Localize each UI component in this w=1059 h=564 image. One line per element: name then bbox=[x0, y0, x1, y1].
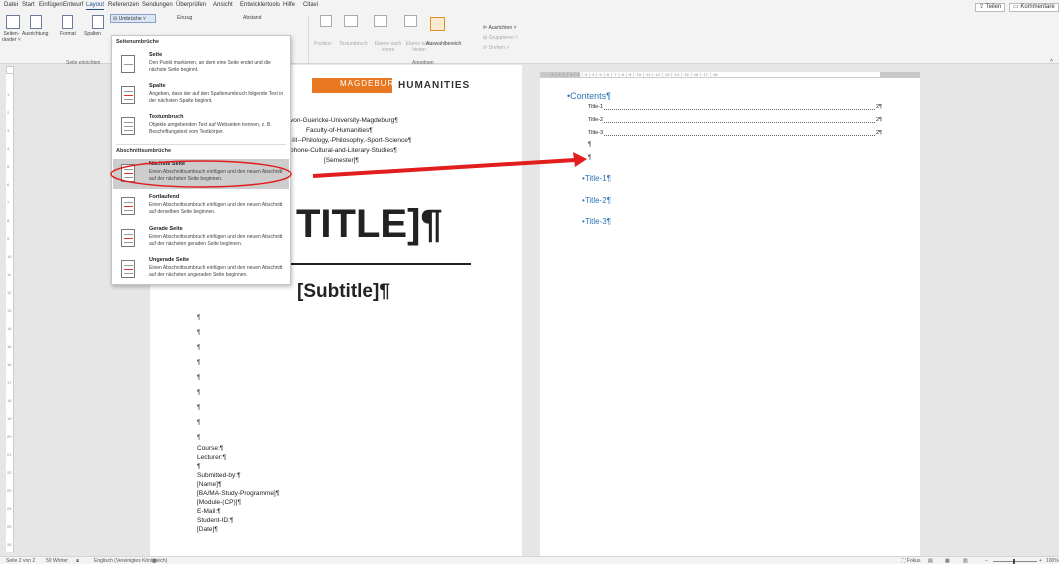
zoom-out-button[interactable]: – bbox=[985, 558, 988, 564]
page-count[interactable]: Seite 2 von 2 bbox=[6, 558, 35, 564]
annotation-overlay bbox=[110, 152, 587, 188]
print-layout-icon[interactable]: ▦ bbox=[945, 558, 950, 564]
highlight-ellipse bbox=[110, 160, 292, 188]
annotation-arrow-head bbox=[573, 152, 587, 167]
macro-icon[interactable]: ▦ bbox=[152, 558, 157, 564]
zoom-level[interactable]: 100% bbox=[1046, 558, 1059, 564]
zoom-slider[interactable] bbox=[993, 561, 1037, 562]
zoom-in-button[interactable]: + bbox=[1039, 558, 1042, 564]
web-layout-icon[interactable]: ▥ bbox=[963, 558, 968, 564]
status-bar: Seite 2 von 2 50 Wörter ⧈ Englisch (Vere… bbox=[0, 556, 1059, 564]
focus-button[interactable]: ⛶ Fokus bbox=[902, 558, 921, 564]
word-count[interactable]: 50 Wörter bbox=[46, 558, 68, 564]
read-mode-icon[interactable]: ▤ bbox=[928, 558, 933, 564]
zoom-slider-thumb[interactable] bbox=[1013, 559, 1015, 564]
focus-label: Fokus bbox=[906, 558, 921, 564]
annotation-arrow-shaft bbox=[312, 158, 576, 178]
proofing-icon[interactable]: ⧈ bbox=[76, 558, 79, 564]
